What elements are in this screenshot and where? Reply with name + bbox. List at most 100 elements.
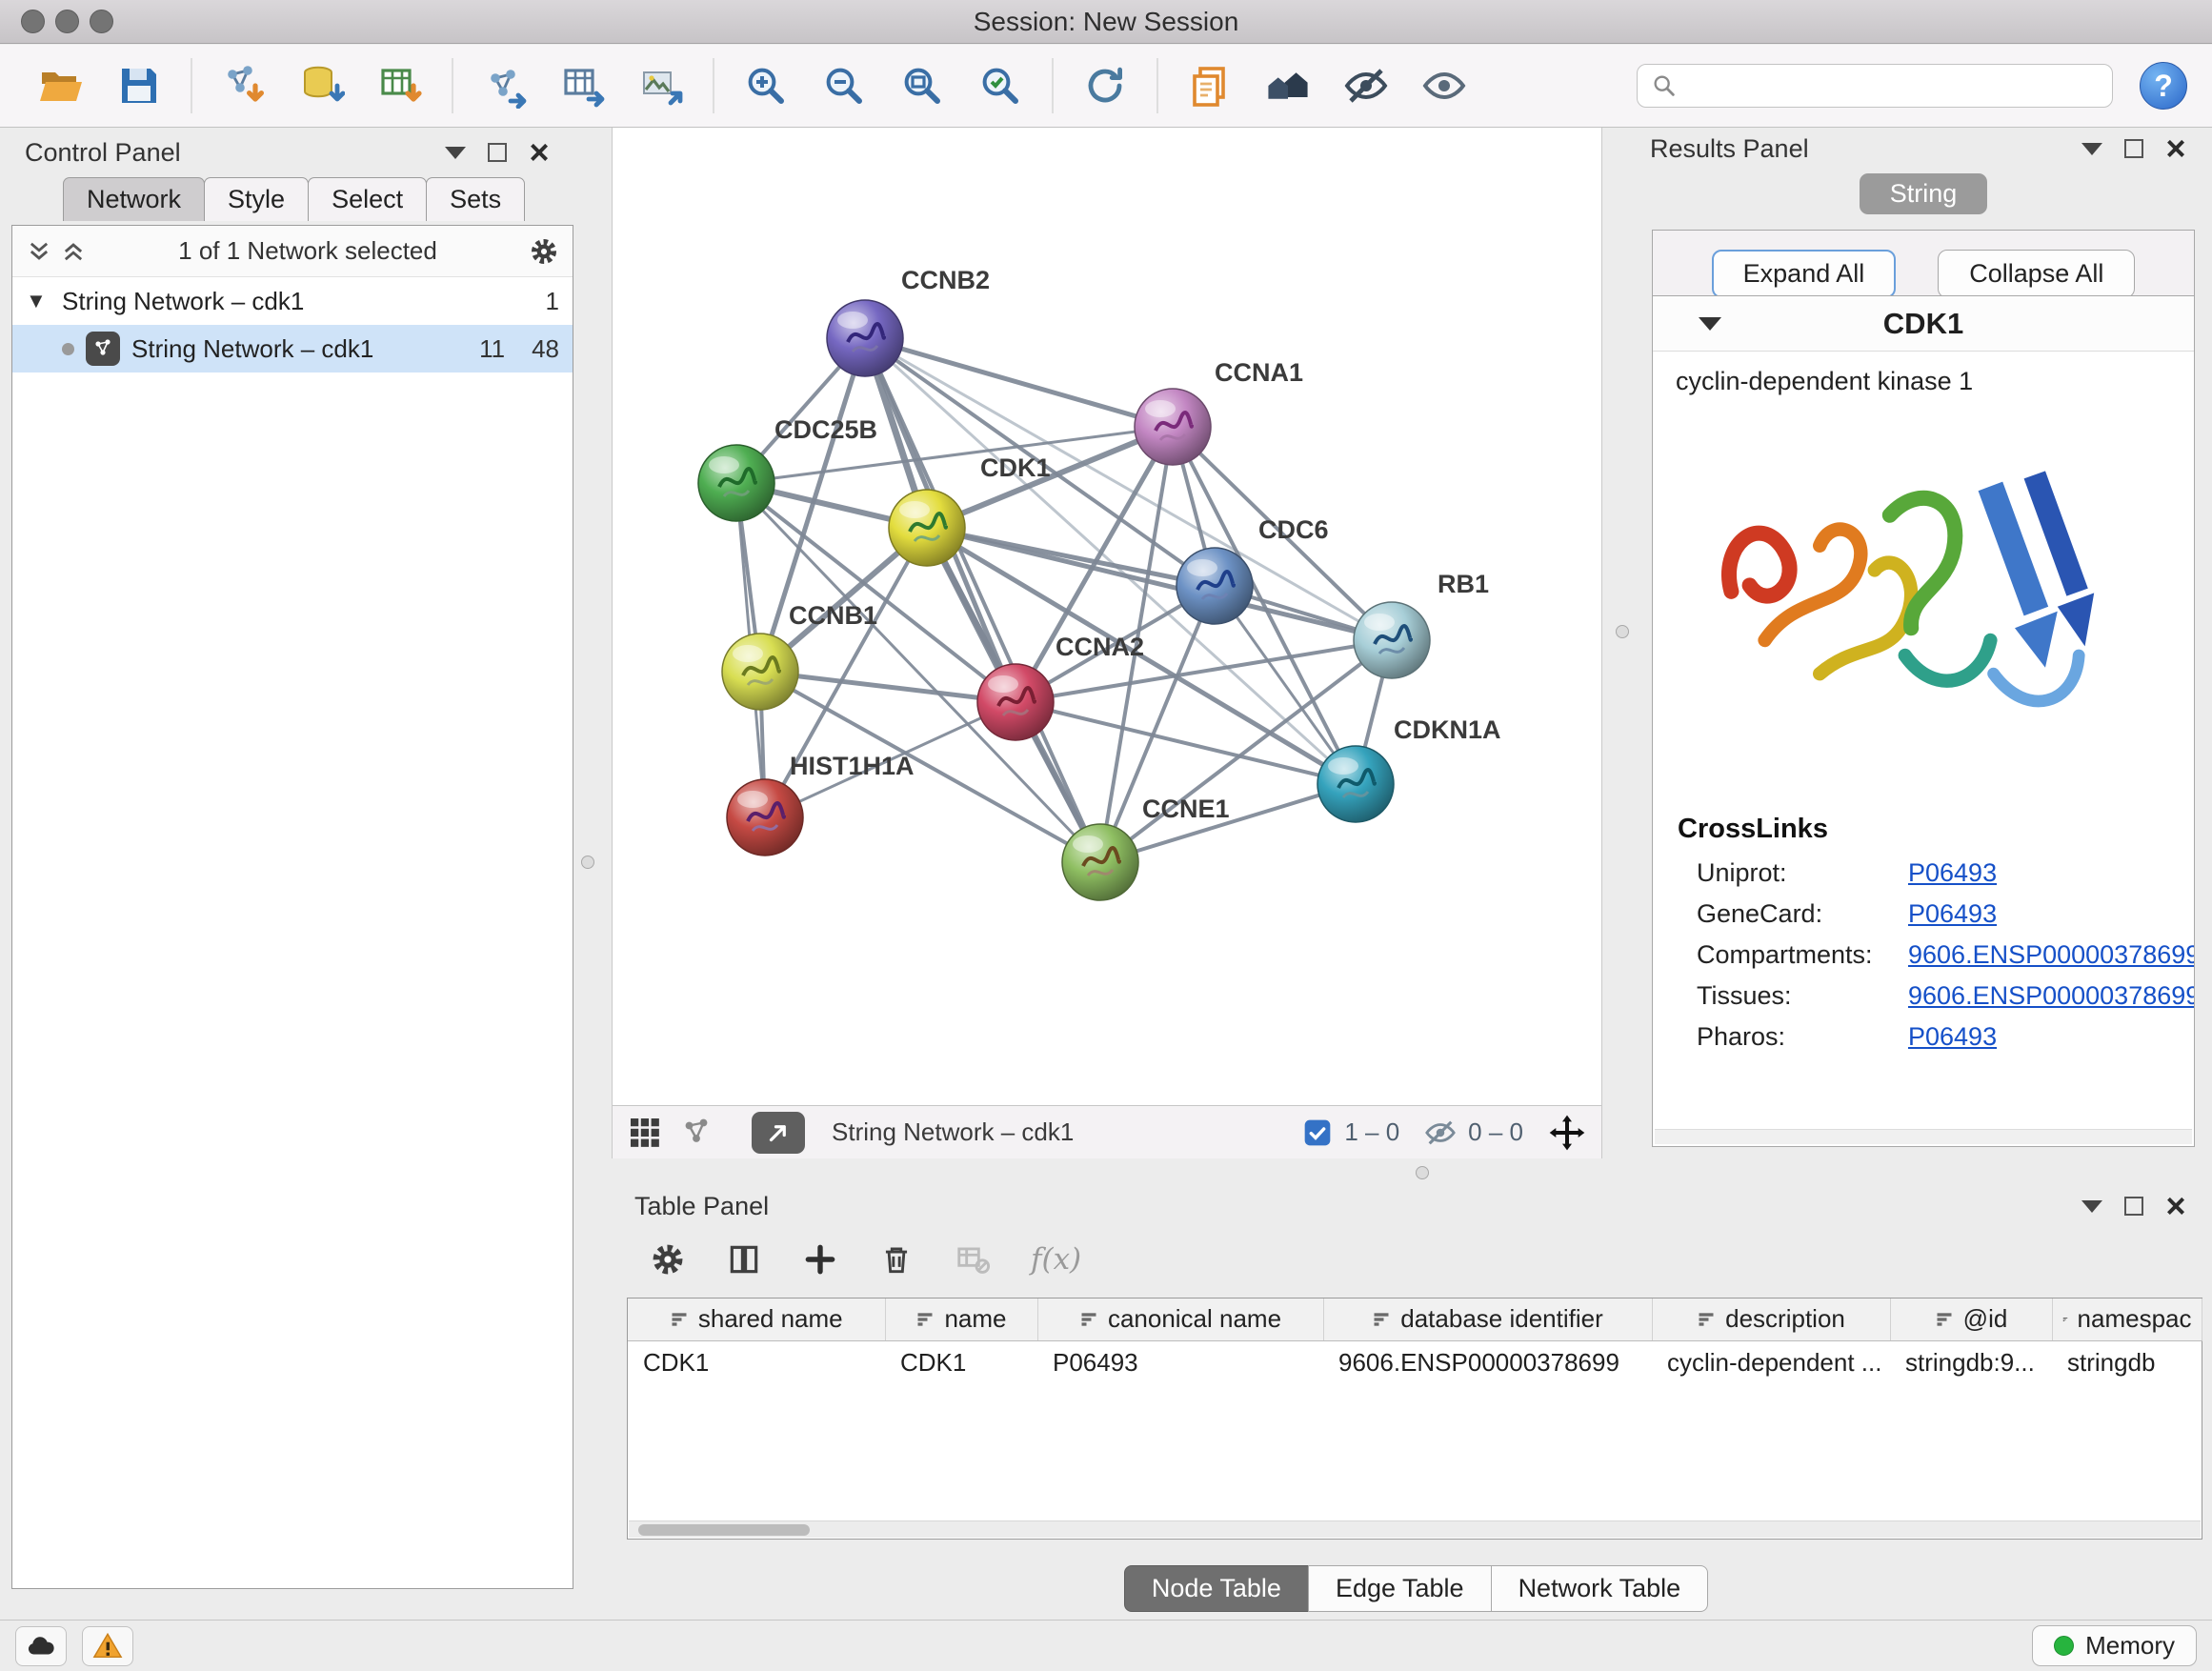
memory-button[interactable]: Memory <box>2032 1625 2197 1666</box>
copy-documents-icon <box>1187 63 1233 109</box>
bottom-splitter-handle[interactable] <box>1416 1166 1429 1179</box>
function-builder-icon[interactable]: f(x) <box>1031 1242 1081 1277</box>
tab-node-table[interactable]: Node Table <box>1124 1565 1309 1612</box>
close-panel-icon[interactable]: × <box>2155 131 2197 166</box>
protein-card-header[interactable]: CDK1 <box>1653 296 2194 352</box>
column-header[interactable]: database identifier <box>1323 1299 1652 1340</box>
cell-description[interactable]: cyclin-dependent ... <box>1652 1340 1890 1384</box>
collapse-all-chevrons-icon[interactable] <box>60 238 87 265</box>
refresh-button[interactable] <box>1069 51 1141 120</box>
scrollbar-thumb[interactable] <box>638 1524 810 1536</box>
open-session-button[interactable] <box>25 51 97 120</box>
tab-sets[interactable]: Sets <box>426 177 525 221</box>
tab-select[interactable]: Select <box>308 177 427 221</box>
collapse-triangle-icon[interactable] <box>1699 317 1721 331</box>
zoom-in-icon <box>743 63 789 109</box>
maximize-panel-icon[interactable] <box>2113 131 2155 166</box>
show-columns-icon[interactable] <box>726 1241 762 1278</box>
tab-style[interactable]: Style <box>204 177 309 221</box>
zoom-in-button[interactable] <box>730 51 802 120</box>
detach-view-button[interactable] <box>752 1112 805 1154</box>
search-input[interactable] <box>1687 70 2099 102</box>
search-field[interactable] <box>1637 64 2113 108</box>
export-image-button[interactable] <box>625 51 697 120</box>
zoom-fit-icon <box>899 63 945 109</box>
zoom-out-button[interactable] <box>808 51 880 120</box>
cell-shared-name[interactable]: CDK1 <box>628 1340 885 1384</box>
crosslink-link[interactable]: P06493 <box>1908 899 1997 929</box>
crosslink-link[interactable]: P06493 <box>1908 1022 1997 1052</box>
float-panel-icon[interactable] <box>2071 1189 2113 1223</box>
results-scrollbar[interactable] <box>1655 1129 2192 1144</box>
hide-selected-button[interactable] <box>1330 51 1402 120</box>
right-splitter-handle[interactable] <box>1616 625 1629 638</box>
column-header[interactable]: @id <box>1890 1299 2052 1340</box>
copy-views-button[interactable] <box>1174 51 1246 120</box>
close-panel-icon[interactable]: × <box>2155 1189 2197 1223</box>
expand-all-button[interactable]: Expand All <box>1712 250 1897 298</box>
table-row[interactable]: CDK1 CDK1 P06493 9606.ENSP00000378699 cy… <box>628 1340 2202 1384</box>
cell-database-identifier[interactable]: 9606.ENSP00000378699 <box>1323 1340 1652 1384</box>
help-button[interactable]: ? <box>2140 62 2187 110</box>
protein-name: CDK1 <box>1653 307 2194 341</box>
cell-name[interactable]: CDK1 <box>885 1340 1037 1384</box>
float-panel-icon[interactable] <box>434 135 476 170</box>
network-edge[interactable] <box>865 338 1173 427</box>
tree-expander-icon[interactable]: ▼ <box>26 289 50 313</box>
birds-eye-grid-icon[interactable] <box>628 1116 662 1150</box>
network-collection-row[interactable]: ▼ String Network – cdk1 1 <box>12 277 573 325</box>
column-header[interactable]: canonical name <box>1037 1299 1323 1340</box>
export-table-button[interactable] <box>547 51 619 120</box>
save-session-button[interactable] <box>103 51 175 120</box>
crosslink-link[interactable]: P06493 <box>1908 858 1997 888</box>
pan-crosshair-icon[interactable] <box>1548 1114 1586 1152</box>
crosslink-link[interactable]: 9606.ENSP00000378699 <box>1908 940 2195 970</box>
import-table-button[interactable] <box>364 51 436 120</box>
protein-structure-image <box>1676 412 2171 793</box>
column-header[interactable]: namespac <box>2052 1299 2202 1340</box>
horizontal-scrollbar[interactable] <box>629 1520 2201 1538</box>
tab-network-table[interactable]: Network Table <box>1491 1565 1709 1612</box>
cell-id[interactable]: stringdb:9... <box>1890 1340 2052 1384</box>
selected-checkbox-icon[interactable] <box>1302 1117 1333 1148</box>
cell-namespace[interactable]: stringdb <box>2052 1340 2202 1384</box>
float-panel-icon[interactable] <box>2071 131 2113 166</box>
left-splitter-handle[interactable] <box>581 856 594 869</box>
tab-edge-table[interactable]: Edge Table <box>1308 1565 1492 1612</box>
import-network-file-button[interactable] <box>208 51 280 120</box>
hidden-eye-icon[interactable] <box>1424 1117 1457 1149</box>
export-network-button[interactable] <box>469 51 541 120</box>
cell-canonical-name[interactable]: P06493 <box>1037 1340 1323 1384</box>
maximize-panel-icon[interactable] <box>476 135 518 170</box>
crosslink-label: Pharos: <box>1697 1022 1908 1052</box>
show-all-windows-button[interactable] <box>1252 51 1324 120</box>
show-hidden-button[interactable] <box>1408 51 1480 120</box>
gear-icon[interactable] <box>529 236 559 267</box>
maximize-panel-icon[interactable] <box>2113 1189 2155 1223</box>
collapse-all-button[interactable]: Collapse All <box>1938 250 2135 298</box>
crosslink-row: GeneCard: P06493 <box>1653 894 2194 935</box>
table-settings-gear-icon[interactable] <box>650 1241 686 1278</box>
tab-network[interactable]: Network <box>63 177 205 221</box>
close-panel-icon[interactable]: × <box>518 135 560 170</box>
network-item-row[interactable]: String Network – cdk1 11 48 <box>12 325 573 372</box>
control-panel-tabs: Network Style Select Sets <box>63 177 575 221</box>
network-edge[interactable] <box>865 338 1392 640</box>
network-canvas[interactable]: CCNB2CCNA1CDC25BCDK1CDC6RB1CCNB1CCNA2CDK… <box>613 128 1603 1105</box>
zoom-fit-button[interactable] <box>886 51 958 120</box>
zoom-selected-button[interactable] <box>964 51 1036 120</box>
expand-all-chevrons-icon[interactable] <box>26 238 52 265</box>
add-column-plus-icon[interactable] <box>802 1241 838 1278</box>
string-tab-badge[interactable]: String <box>1860 173 1988 214</box>
column-header[interactable]: description <box>1652 1299 1890 1340</box>
crosslink-link[interactable]: 9606.ENSP00000378699 <box>1908 981 2195 1011</box>
network-glyph-icon[interactable] <box>679 1116 714 1150</box>
delete-column-trash-icon[interactable] <box>878 1241 915 1278</box>
column-header[interactable]: name <box>885 1299 1037 1340</box>
column-header[interactable]: shared name <box>628 1299 885 1340</box>
cloud-status-button[interactable] <box>15 1626 67 1666</box>
import-network-database-button[interactable] <box>286 51 358 120</box>
warnings-button[interactable] <box>82 1626 133 1666</box>
network-edge[interactable] <box>865 338 1100 862</box>
zoom-out-icon <box>821 63 867 109</box>
